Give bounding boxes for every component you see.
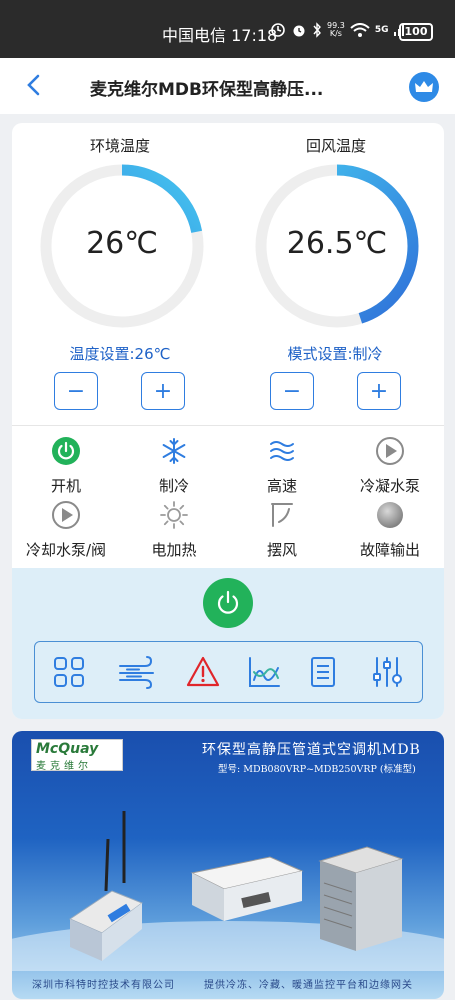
grid-menu-icon[interactable] <box>51 654 87 690</box>
carrier-time: 中国电信 17:18 <box>162 26 278 45</box>
wind-speed-icon <box>270 441 294 461</box>
power-on-icon <box>52 437 80 465</box>
return-air-temp-value: 26.5℃ <box>286 226 388 261</box>
banner-model: 型号: MDB080VRP~MDB250VRP (标准型) <box>218 764 416 775</box>
page-title: 麦克维尔MDB环保型高静压... <box>90 80 324 100</box>
status-cooling: 制冷 <box>120 436 228 496</box>
net-speed: 99.3 K/s <box>327 21 345 38</box>
temp-increase-button[interactable]: + <box>141 372 185 410</box>
battery-indicator: 100 <box>399 23 433 41</box>
banner-footer-service: 提供冷冻、冷藏、暖通监控平台和边缘网关 <box>204 980 413 991</box>
fault-dot-icon <box>377 502 403 528</box>
status-high-speed: 高速 <box>228 436 336 496</box>
product-illustration <box>12 811 444 971</box>
crown-icon <box>415 81 433 92</box>
snowflake-icon <box>162 438 186 464</box>
banner-title: 环保型高静压管道式空调机MDB <box>202 742 421 758</box>
mode-decrease-button[interactable]: − <box>270 372 314 410</box>
status-condensate-pump: 冷凝水泵 <box>336 436 444 496</box>
back-button[interactable] <box>20 70 48 100</box>
alarm-warning-icon[interactable] <box>185 654 221 690</box>
bluetooth-icon <box>313 22 321 38</box>
temp-setting-label: 温度设置:26℃ <box>69 345 171 363</box>
control-panel <box>12 568 444 719</box>
mode-increase-button[interactable]: + <box>357 372 401 410</box>
sun-heater-icon <box>160 501 188 529</box>
device-card: 环境温度 26℃ 回风温度 26.5℃ 温度设置:26℃ 模式设置:制冷 − +… <box>12 123 444 719</box>
status-power-on: 开机 <box>12 436 120 496</box>
status-swing: 摆风 <box>228 500 336 560</box>
status-electric-heating: 电加热 <box>120 500 228 560</box>
power-icon <box>217 590 239 614</box>
log-list-icon[interactable] <box>305 654 341 690</box>
outdoor-unit <box>318 846 404 951</box>
status-bar: 中国电信 17:18 99.3 K/s 5G 100 <box>0 0 455 58</box>
alarm-icon <box>293 25 305 37</box>
ambient-temp-label: 环境温度 <box>89 137 150 155</box>
function-toolbar <box>34 641 423 703</box>
product-banner[interactable]: McQuay 麦克维尔 环保型高静压管道式空调机MDB 型号: MDB080VR… <box>12 731 444 999</box>
swing-icon <box>271 503 293 527</box>
vip-button[interactable] <box>409 72 439 102</box>
divider <box>12 425 444 426</box>
trend-chart-icon[interactable] <box>246 654 282 690</box>
chevron-left-icon <box>27 74 40 96</box>
status-fault-output: 故障输出 <box>336 500 444 560</box>
status-icons: 99.3 K/s 5G <box>270 22 407 38</box>
settings-sliders-icon[interactable] <box>369 654 405 690</box>
banner-footer-company: 深圳市科特时控技术有限公司 <box>32 980 175 991</box>
app-header: 麦克维尔MDB环保型高静压... <box>0 58 455 114</box>
ambient-temp-value: 26℃ <box>86 226 158 261</box>
mode-setting-label: 模式设置:制冷 <box>287 345 383 363</box>
mcquay-logo: McQuay 麦克维尔 <box>31 739 123 772</box>
airflow-icon[interactable] <box>117 654 159 690</box>
pump-play-icon <box>52 501 80 529</box>
indoor-unit <box>190 856 304 921</box>
pump-play-icon <box>376 437 404 465</box>
temp-decrease-button[interactable]: − <box>54 372 98 410</box>
status-cooling-pump-valve: 冷却水泵/阀 <box>12 500 120 560</box>
data-saver-icon <box>271 23 285 37</box>
signal-type: 5G <box>374 25 389 35</box>
power-button[interactable] <box>203 578 253 628</box>
wifi-icon <box>350 23 370 37</box>
return-air-temp-label: 回风温度 <box>305 137 366 155</box>
